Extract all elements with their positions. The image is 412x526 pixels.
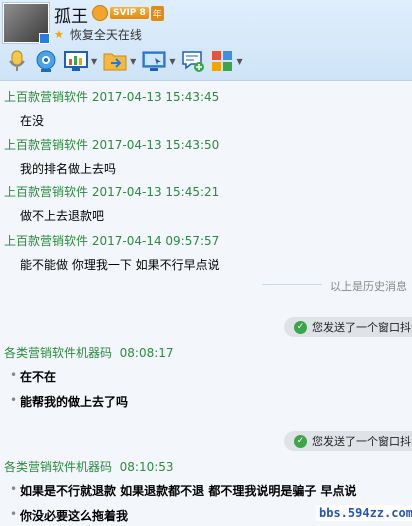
bullet-icon: •	[10, 368, 18, 382]
message-text: 在不在	[20, 370, 57, 384]
message-text: 能不能做 你理我一下 如果不行早点说	[20, 258, 220, 272]
history-label: 以上是历史消息	[330, 280, 407, 293]
message-meta: 上百款营销软件 2017-04-13 15:45:21	[4, 185, 220, 199]
send-message-note-button[interactable]	[181, 49, 205, 73]
chat-header: 孤王 SVIP 8 年 ★ 恢复全天在线 ▼ ▼ ▼ ▼	[0, 0, 412, 81]
check-icon: ✓	[294, 434, 307, 448]
message-meta: 上百款营销软件 2017-04-14 09:57:57	[4, 234, 220, 248]
voice-call-button[interactable]	[6, 49, 28, 73]
file-transfer-button[interactable]: ▼	[103, 50, 136, 72]
watermark: bbs.594zz.com	[316, 505, 412, 521]
bullet-icon: •	[10, 507, 18, 521]
video-icon	[36, 50, 56, 72]
svip-level: SVIP 8	[110, 7, 149, 19]
history-divider	[262, 284, 322, 285]
vip-badge[interactable]: SVIP 8 年	[92, 5, 164, 21]
chevron-down-icon[interactable]: ▼	[169, 57, 175, 66]
vip-year-label: 年	[150, 5, 164, 21]
remote-desktop-icon	[142, 51, 166, 71]
message-text: 如果是不行就退款 如果退款都不退 都不理我说明是骗子 早点说	[20, 484, 357, 498]
message-meta: 上百款营销软件 2017-04-13 15:43:50	[4, 138, 220, 152]
screen-share-icon	[64, 51, 88, 71]
qq-penguin-icon	[92, 5, 108, 21]
signature-text: 恢复全天在线	[69, 28, 142, 42]
contact-name[interactable]: 孤王	[54, 2, 88, 27]
message-text: 做不上去退款吧	[20, 209, 105, 223]
screen-share-button[interactable]: ▼	[64, 50, 97, 72]
chat-history[interactable]: 上百款营销软件 2017-04-13 15:43:45 在没 上百款营销软件 2…	[0, 81, 412, 526]
message-meta: 各类营销软件机器码 08:10:53	[4, 460, 174, 474]
video-call-button[interactable]	[34, 49, 58, 73]
remote-desktop-button[interactable]: ▼	[142, 50, 175, 72]
shake-notice: ✓ 您发送了一个窗口抖动	[284, 431, 412, 451]
message-meta: 各类营销软件机器码 08:08:17	[4, 346, 174, 360]
star-icon: ★	[54, 28, 64, 41]
message-text: 我的排名做上去吗	[20, 162, 117, 176]
message-text: 在没	[20, 114, 45, 128]
bullet-icon: •	[10, 393, 18, 407]
shake-notice: ✓ 您发送了一个窗口抖动	[284, 317, 412, 337]
chevron-down-icon[interactable]: ▼	[236, 57, 242, 66]
message-meta: 上百款营销软件 2017-04-13 15:43:45	[4, 90, 220, 104]
message-note-icon	[182, 51, 205, 72]
chevron-down-icon[interactable]: ▼	[130, 57, 136, 66]
toolbar: ▼ ▼ ▼ ▼	[0, 45, 412, 77]
signature: ★ 恢复全天在线	[54, 26, 142, 43]
avatar[interactable]	[3, 3, 50, 44]
chevron-down-icon[interactable]: ▼	[91, 57, 97, 66]
bullet-icon: •	[10, 482, 18, 496]
apps-button[interactable]: ▼	[211, 50, 243, 72]
message-text: 你没必要这么拖着我	[20, 509, 129, 523]
online-status-icon	[39, 33, 50, 44]
file-transfer-icon	[103, 53, 127, 71]
microphone-icon	[9, 50, 25, 71]
message-text: 能帮我的做上去了吗	[20, 395, 129, 409]
apps-icon	[212, 51, 233, 71]
check-icon: ✓	[294, 320, 307, 334]
